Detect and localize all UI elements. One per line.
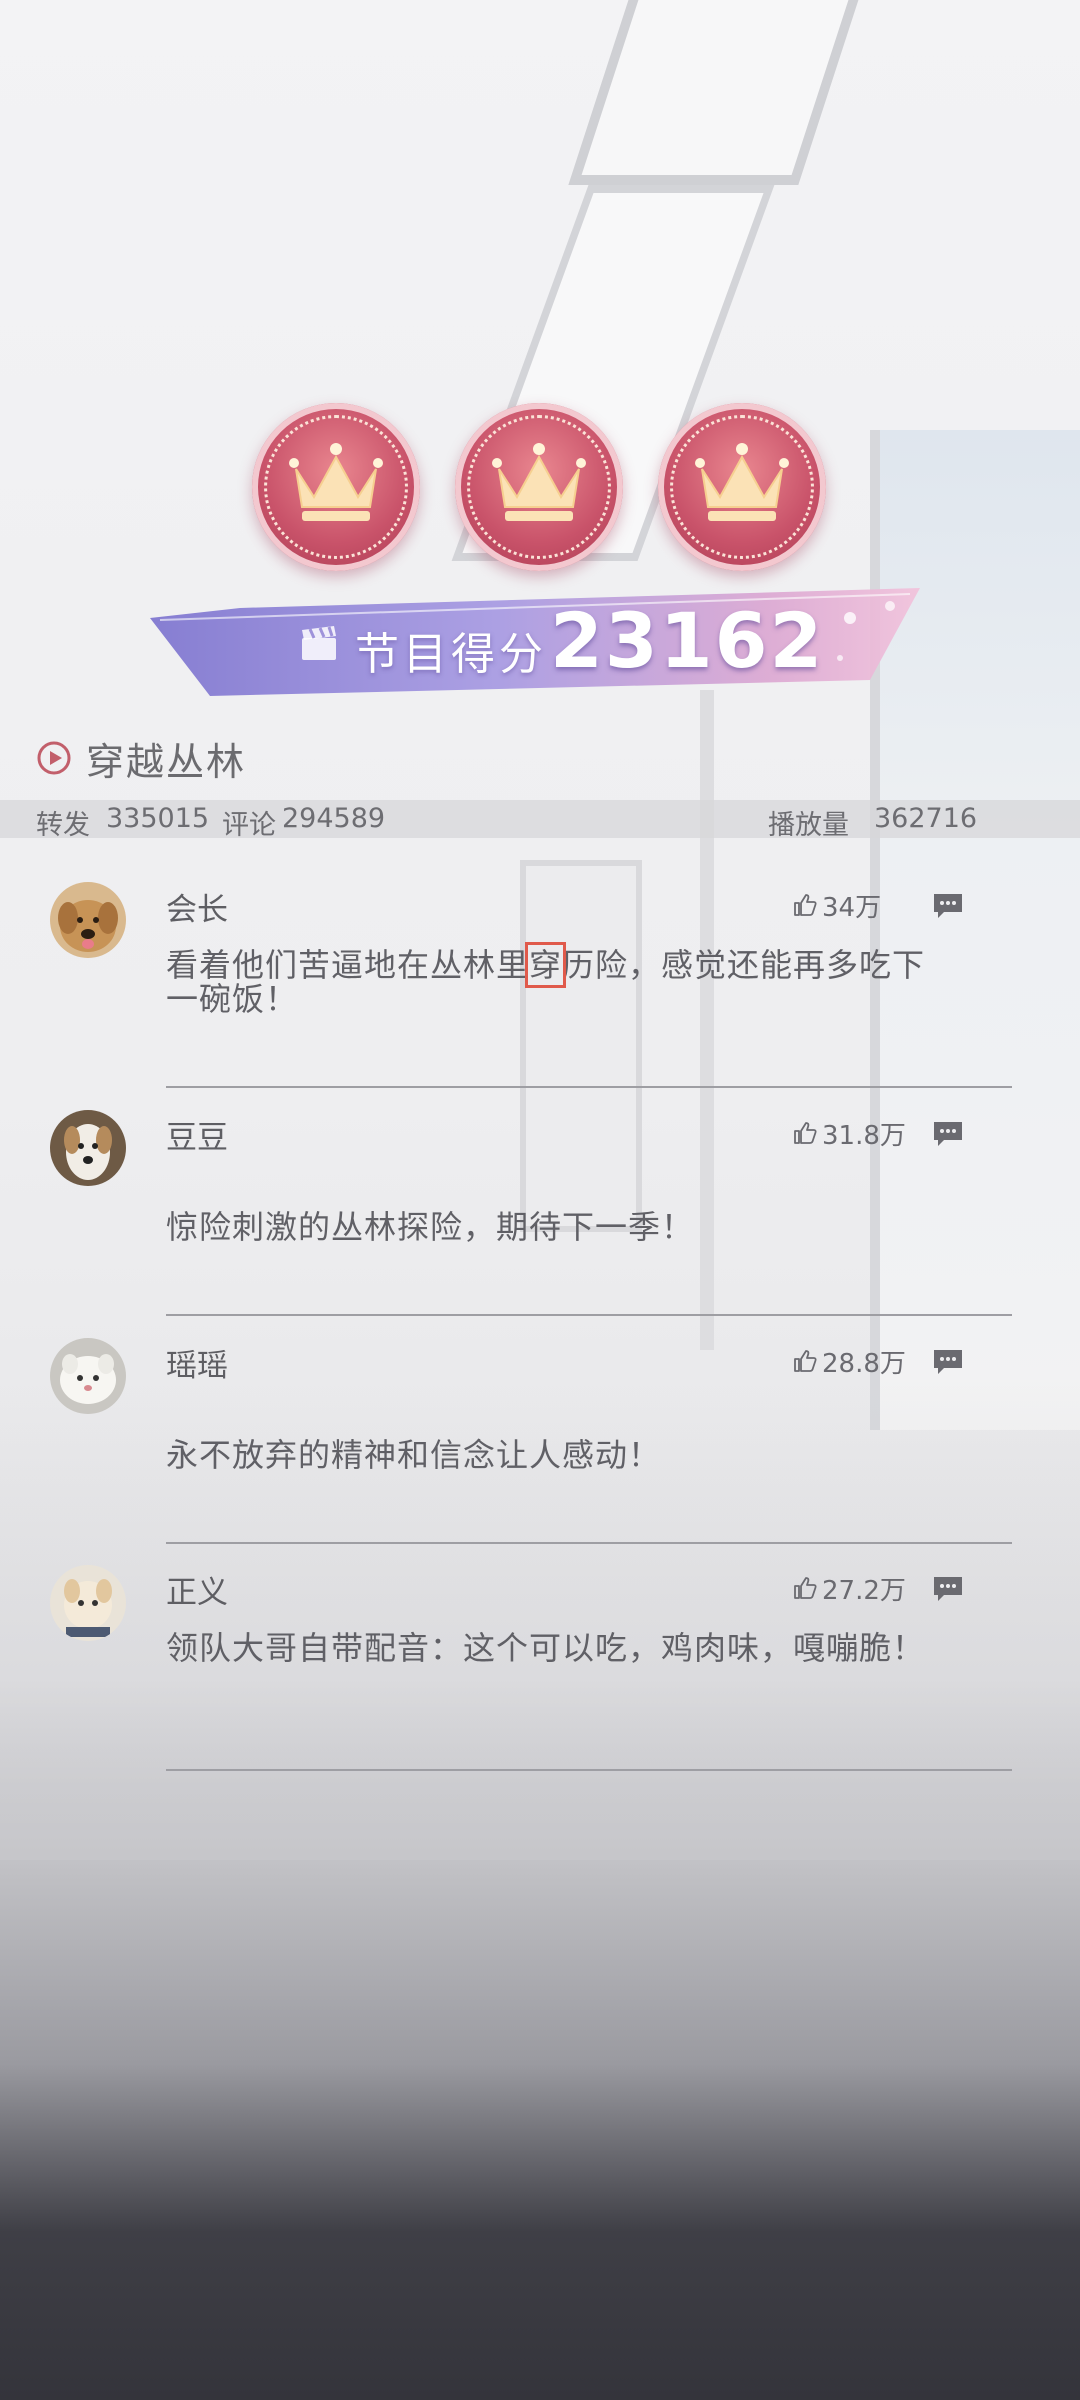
avatar[interactable] [50,1338,126,1414]
comment-author: 豆豆 [166,1120,228,1156]
crown-badge [658,403,826,571]
comment-text: 领队大哥自带配音：这个可以吃，鸡肉味，嘎嘣脆！ [166,1629,926,1667]
avatar[interactable] [50,1565,126,1641]
ceiling-light-panel [568,0,862,185]
comment-author: 瑶瑶 [166,1348,228,1384]
comment-bubble-icon[interactable] [932,892,964,920]
comment-text-part: 看着他们苦逼地在丛林里 [166,946,530,984]
like-button[interactable]: 31.8万 [792,1116,906,1151]
score-banner: 节目得分 23162 [150,588,930,696]
thumbs-up-icon [794,894,817,916]
comment-item: 瑶瑶 28.8万 永不放弃的精神和信念让人感动！ [0,1338,1080,1563]
highlighted-character[interactable]: 穿 [525,942,567,988]
like-button[interactable]: 34万 [792,888,882,923]
divider [166,1769,1012,1771]
like-button[interactable]: 27.2万 [792,1571,906,1606]
forward-label: 转发 [36,810,90,841]
play-count: 362716 [874,803,978,834]
stats-bar: 转发 335015 评论 294589 播放量 362716 [0,800,1080,841]
score-label: 节目得分 [355,629,547,680]
play-circle-icon [37,741,71,775]
divider [166,1542,1012,1544]
crown-icon [695,443,789,521]
comment-count: 294589 [282,803,386,834]
like-count: 27.2万 [822,1575,906,1606]
comment-bubble-icon[interactable] [932,1120,964,1148]
crown-icon [492,443,586,521]
comment-item: 豆豆 31.8万 惊险刺激的丛林探险，期待下一季！ [0,1110,1080,1335]
avatar[interactable] [50,1110,126,1186]
divider [166,1086,1012,1088]
comment-item: 正义 27.2万 领队大哥自带配音：这个可以吃，鸡肉味，嘎嘣脆！ [0,1565,1080,1790]
like-count: 34万 [822,892,882,923]
program-title[interactable]: 穿越丛林 [36,730,246,786]
avatar[interactable] [50,882,126,958]
crown-badge [455,403,623,571]
crown-icon [289,443,383,521]
comment-bubble-icon[interactable] [932,1575,964,1603]
play-count-label: 播放量 [768,810,849,841]
clapperboard-icon [302,626,336,660]
comment-author: 正义 [166,1575,228,1611]
comment-text: 永不放弃的精神和信念让人感动！ [166,1436,662,1474]
score-value: 23162 [550,596,825,685]
program-title-text: 穿越丛林 [86,739,247,784]
crown-rating [0,403,1080,573]
thumbs-up-icon [794,1122,817,1144]
comment-author: 会长 [166,892,228,928]
crown-badge [252,403,420,571]
divider [166,1314,1012,1316]
comment-text: 看着他们苦逼地在丛林里穿历险，感觉还能再多吃下一碗饭！ [166,942,936,1016]
comment-bubble-icon[interactable] [932,1348,964,1376]
game-result-screen: 节目得分 23162 穿越丛林 转发 335015 评论 294589 播放量 … [0,0,1080,2400]
comment-label: 评论 [222,810,276,841]
thumbs-up-icon [794,1350,817,1372]
forward-count: 335015 [106,803,210,834]
like-count: 28.8万 [822,1348,906,1379]
like-count: 31.8万 [822,1120,906,1151]
thumbs-up-icon [794,1577,817,1599]
like-button[interactable]: 28.8万 [792,1344,906,1379]
comment-item: 会长 34万 看着他们苦逼地在丛林里穿历险，感觉还能再多吃下一碗饭！ [0,882,1080,1107]
comment-text: 惊险刺激的丛林探险，期待下一季！ [166,1208,695,1246]
